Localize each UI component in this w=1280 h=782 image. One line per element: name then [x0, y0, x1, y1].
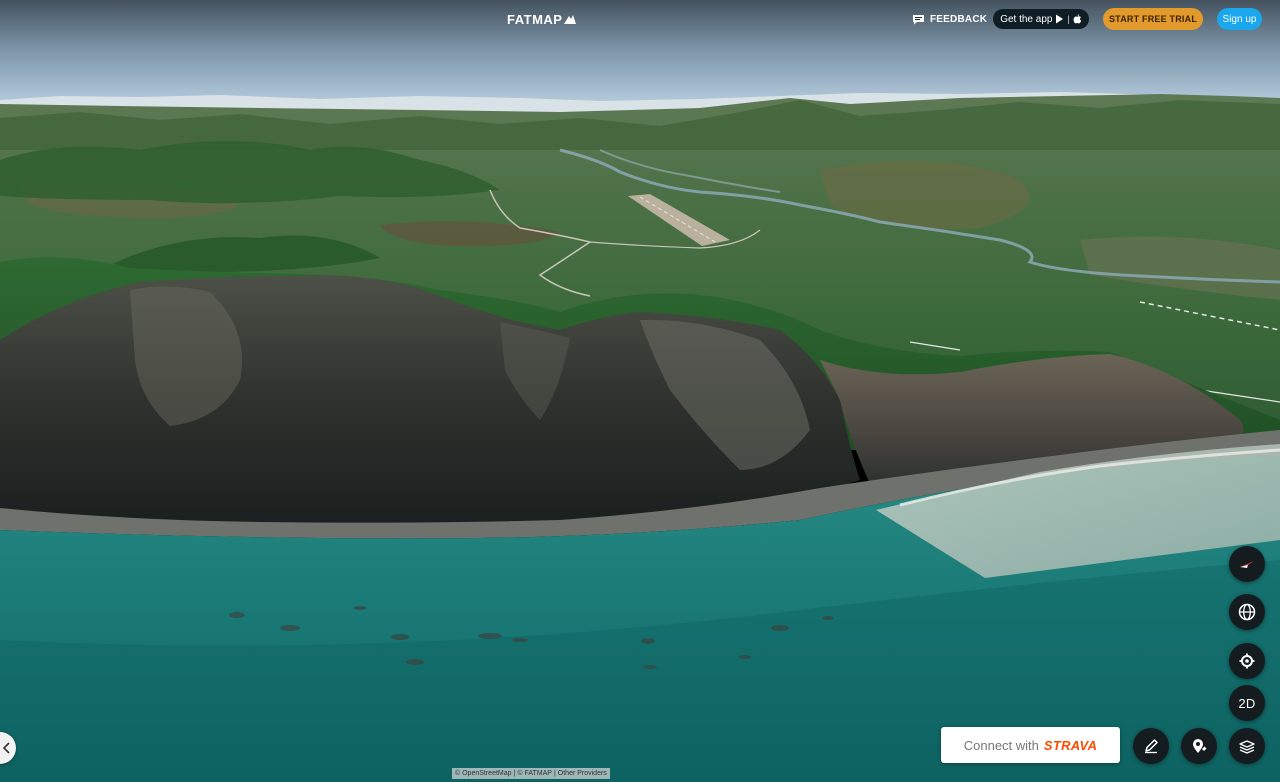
mountain-logo-icon	[564, 15, 577, 24]
apple-icon	[1073, 14, 1081, 24]
attribution-separator: |	[553, 770, 556, 777]
feedback-button[interactable]: FEEDBACK	[912, 11, 987, 27]
view-mode-2d-button[interactable]: 2D	[1229, 685, 1265, 721]
locate-icon	[1239, 653, 1255, 669]
map-layers-button[interactable]	[1229, 728, 1265, 764]
map-pin-icon	[1193, 739, 1207, 753]
osm-attribution-link[interactable]: © OpenStreetMap	[455, 770, 512, 777]
globe-icon	[1238, 603, 1256, 621]
fatmap-attribution-link[interactable]: © FATMAP	[517, 770, 552, 777]
strava-logo-text: STRAVA	[1043, 737, 1098, 753]
globe-button[interactable]	[1229, 594, 1265, 630]
terrain-map-3d[interactable]	[0, 0, 1280, 782]
locate-me-button[interactable]	[1229, 643, 1265, 679]
map-attribution: © OpenStreetMap | © FATMAP | Other Provi…	[452, 768, 610, 779]
draw-route-button[interactable]	[1133, 728, 1169, 764]
map-viewport[interactable]: FATMAP FEEDBACK Get the app | START FREE…	[0, 0, 1280, 782]
add-place-button[interactable]	[1181, 728, 1217, 764]
compass-button[interactable]	[1229, 546, 1265, 582]
pencil-icon	[1145, 739, 1158, 754]
logo-text: FATMAP	[507, 11, 563, 27]
get-app-separator: |	[1067, 14, 1070, 24]
connect-with-label: Connect with	[963, 737, 1039, 753]
fatmap-logo[interactable]: FATMAP	[507, 11, 577, 27]
compass-icon	[1240, 561, 1254, 568]
sign-up-button[interactable]: Sign up	[1217, 8, 1262, 30]
start-free-trial-button[interactable]: START FREE TRIAL	[1103, 8, 1203, 30]
chevron-left-icon	[2, 742, 10, 754]
connect-with-strava-button[interactable]: Connect with STRAVA	[941, 727, 1120, 763]
google-play-icon	[1056, 14, 1064, 24]
get-app-label: Get the app	[1000, 13, 1053, 25]
get-the-app-button[interactable]: Get the app |	[993, 9, 1089, 29]
attribution-separator: |	[513, 770, 516, 777]
top-bar: FATMAP FEEDBACK Get the app | START FREE…	[0, 0, 1280, 36]
feedback-icon	[913, 14, 924, 24]
feedback-label: FEEDBACK	[930, 13, 988, 25]
layers-icon	[1239, 740, 1255, 754]
other-providers-link[interactable]: Other Providers	[558, 770, 607, 777]
